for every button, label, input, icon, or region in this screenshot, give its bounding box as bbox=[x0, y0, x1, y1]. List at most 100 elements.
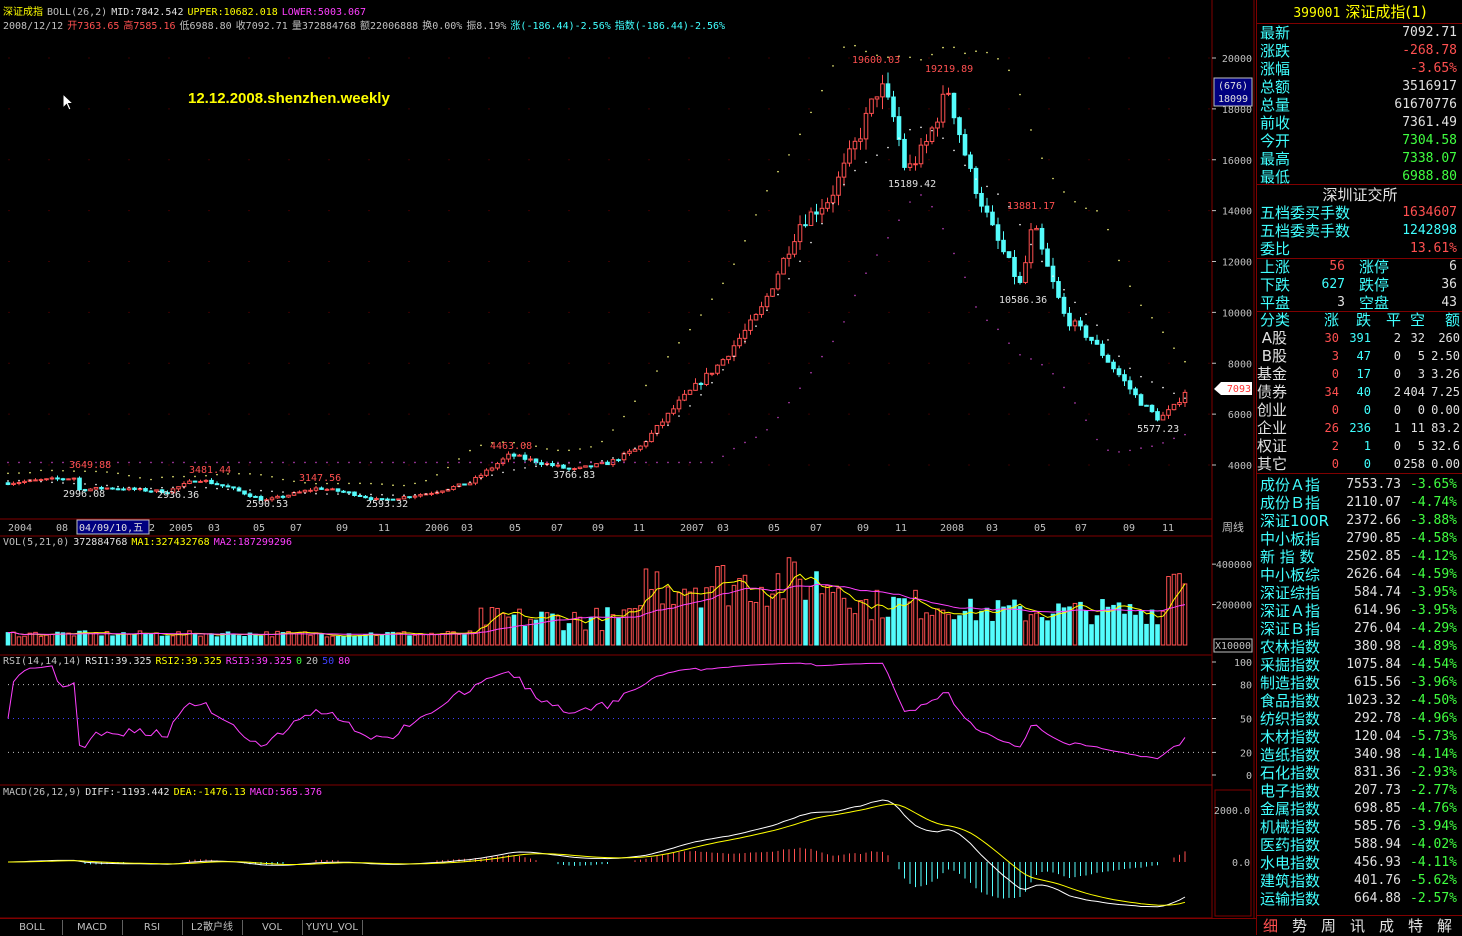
index-value: 614.96 bbox=[1354, 603, 1401, 618]
index-row[interactable]: 水电指数 456.93 -4.11% bbox=[1257, 854, 1462, 872]
up-candle bbox=[1034, 227, 1039, 231]
boll-upper-dot bbox=[403, 484, 405, 487]
index-name: 深证100R bbox=[1260, 512, 1330, 530]
index-row[interactable]: 石化指数 831.36 -2.93% bbox=[1257, 764, 1462, 782]
index-row[interactable]: 机械指数 585.76 -3.94% bbox=[1257, 818, 1462, 836]
boll-mid-dot bbox=[293, 491, 295, 494]
down-candle bbox=[1061, 296, 1067, 314]
order-value: 1634607 bbox=[1402, 205, 1457, 220]
sidebar-tab[interactable]: 解 bbox=[1437, 917, 1452, 935]
chart-area[interactable]: 20000 18000 16000 14000 12000 10000 8000 6000 40… bbox=[0, 0, 1256, 936]
sidebar-tab[interactable]: 周 bbox=[1321, 917, 1336, 935]
index-value: 401.76 bbox=[1354, 873, 1401, 888]
index-row[interactable]: 深证100R 2372.66 -3.88% bbox=[1257, 512, 1462, 530]
index-row[interactable]: 医药指数 588.94 -4.02% bbox=[1257, 836, 1462, 854]
index-name: 采掘指数 bbox=[1260, 656, 1321, 674]
down-candle bbox=[148, 490, 154, 493]
sidebar-tab[interactable]: 特 bbox=[1408, 917, 1423, 935]
index-row[interactable]: 运输指数 664.88 -2.57% bbox=[1257, 890, 1462, 908]
volume-bar bbox=[715, 566, 720, 646]
index-row[interactable]: 中小板指 2790.85 -4.58% bbox=[1257, 530, 1462, 548]
up-candle bbox=[687, 389, 693, 395]
category-header-label: 涨 bbox=[1323, 311, 1339, 329]
volume-bar bbox=[412, 634, 418, 646]
index-row[interactable]: 造纸指数 340.98 -4.14% bbox=[1257, 746, 1462, 764]
boll-mid-dot bbox=[458, 485, 460, 487]
index-row[interactable]: 电子指数 207.73 -2.77% bbox=[1257, 782, 1462, 800]
index-name: 水电指数 bbox=[1260, 854, 1321, 872]
down-candle bbox=[1116, 368, 1122, 376]
boll-mid-dot bbox=[623, 452, 625, 455]
volume-bar bbox=[231, 633, 236, 646]
boll-lower-dot bbox=[1030, 358, 1032, 360]
price-extreme-label: 15189.42 bbox=[888, 179, 936, 190]
down-candle bbox=[132, 487, 137, 490]
category-value: 30 bbox=[1324, 331, 1339, 345]
index-row[interactable]: 成份Ｂ指 2110.07 -4.74% bbox=[1257, 494, 1462, 512]
index-row[interactable]: 深证综指 584.74 -3.95% bbox=[1257, 584, 1462, 602]
tab-l2-retail[interactable]: L2散户线 bbox=[182, 920, 243, 935]
boll-mid-dot bbox=[1074, 301, 1076, 304]
boll-upper-dot bbox=[117, 472, 119, 475]
category-value: 0 bbox=[1331, 367, 1339, 381]
boll-lower-dot bbox=[689, 461, 691, 464]
up-candle bbox=[913, 163, 918, 166]
index-row[interactable]: 中小板综 2626.64 -4.59% bbox=[1257, 566, 1462, 584]
index-row[interactable]: 食品指数 1023.32 -4.50% bbox=[1257, 692, 1462, 710]
index-change: -4.29% bbox=[1410, 621, 1457, 636]
tab-boll[interactable]: BOLL bbox=[2, 920, 63, 935]
tab-vol[interactable]: VOL bbox=[242, 920, 303, 935]
boll-lower-dot bbox=[1151, 445, 1153, 448]
boll-lower-dot bbox=[909, 201, 911, 203]
category-value: 5 bbox=[1417, 349, 1425, 363]
index-row[interactable]: 深证Ｂ指 276.04 -4.29% bbox=[1257, 620, 1462, 638]
category-value: 258 bbox=[1403, 457, 1425, 471]
up-candle bbox=[643, 441, 649, 447]
boll-lower-dot bbox=[722, 455, 724, 458]
category-value: 7.25 bbox=[1431, 385, 1460, 399]
index-row[interactable]: 木材指数 120.04 -5.73% bbox=[1257, 728, 1462, 746]
tab-macd[interactable]: MACD bbox=[62, 920, 123, 935]
up-candle bbox=[737, 337, 742, 347]
index-row[interactable]: 金属指数 698.85 -4.76% bbox=[1257, 800, 1462, 818]
boll-lower-dot bbox=[997, 328, 999, 331]
index-name: 农林指数 bbox=[1260, 638, 1321, 656]
volume-bar bbox=[698, 607, 704, 646]
breadth-value: 43 bbox=[1441, 295, 1457, 310]
index-name: 食品指数 bbox=[1260, 692, 1321, 710]
boll-upper-dot bbox=[139, 477, 141, 479]
index-change: -3.95% bbox=[1410, 585, 1457, 600]
boll-mid-dot bbox=[986, 185, 988, 188]
category-value: 3 bbox=[1331, 349, 1339, 363]
boll-mid-dot bbox=[700, 394, 702, 396]
tab-yuyu-vol[interactable]: YUYU_VOL bbox=[302, 920, 363, 935]
boll-lower-dot bbox=[601, 461, 603, 464]
boll-upper-dot bbox=[381, 483, 383, 485]
tab-rsi[interactable]: RSI bbox=[122, 920, 183, 935]
index-row[interactable]: 纺织指数 292.78 -4.96% bbox=[1257, 710, 1462, 728]
index-row[interactable]: 新 指 数 2502.85 -4.12% bbox=[1257, 548, 1462, 566]
category-value: 2 bbox=[1331, 439, 1339, 453]
index-row[interactable]: 成份Ａ指 7553.73 -3.65% bbox=[1257, 476, 1462, 494]
time-axis-label: 08 bbox=[56, 523, 68, 534]
sidebar-tab[interactable]: 细 bbox=[1263, 917, 1278, 935]
down-candle bbox=[1012, 256, 1017, 277]
index-row[interactable]: 采掘指数 1075.84 -4.54% bbox=[1257, 656, 1462, 674]
index-row[interactable]: 制造指数 615.56 -3.96% bbox=[1257, 674, 1462, 692]
sidebar-tab[interactable]: 势 bbox=[1292, 917, 1307, 935]
sidebar-tab[interactable]: 讯 bbox=[1350, 917, 1365, 935]
index-value: 380.98 bbox=[1354, 639, 1401, 654]
index-row[interactable]: 建筑指数 401.76 -5.62% bbox=[1257, 872, 1462, 890]
volume-bar bbox=[1171, 573, 1177, 646]
volume-bar bbox=[858, 600, 863, 646]
boll-mid-dot bbox=[1173, 392, 1175, 395]
sidebar-tab[interactable]: 成 bbox=[1379, 917, 1394, 935]
down-candle bbox=[1006, 251, 1012, 258]
index-row[interactable]: 深证Ａ指 614.96 -3.95% bbox=[1257, 602, 1462, 620]
index-row[interactable]: 农林指数 380.98 -4.89% bbox=[1257, 638, 1462, 656]
down-candle bbox=[984, 205, 990, 213]
index-value: 1075.84 bbox=[1346, 657, 1401, 672]
boll-mid-dot bbox=[876, 154, 878, 156]
volume-bar bbox=[374, 634, 379, 646]
volume-bar bbox=[605, 607, 610, 646]
